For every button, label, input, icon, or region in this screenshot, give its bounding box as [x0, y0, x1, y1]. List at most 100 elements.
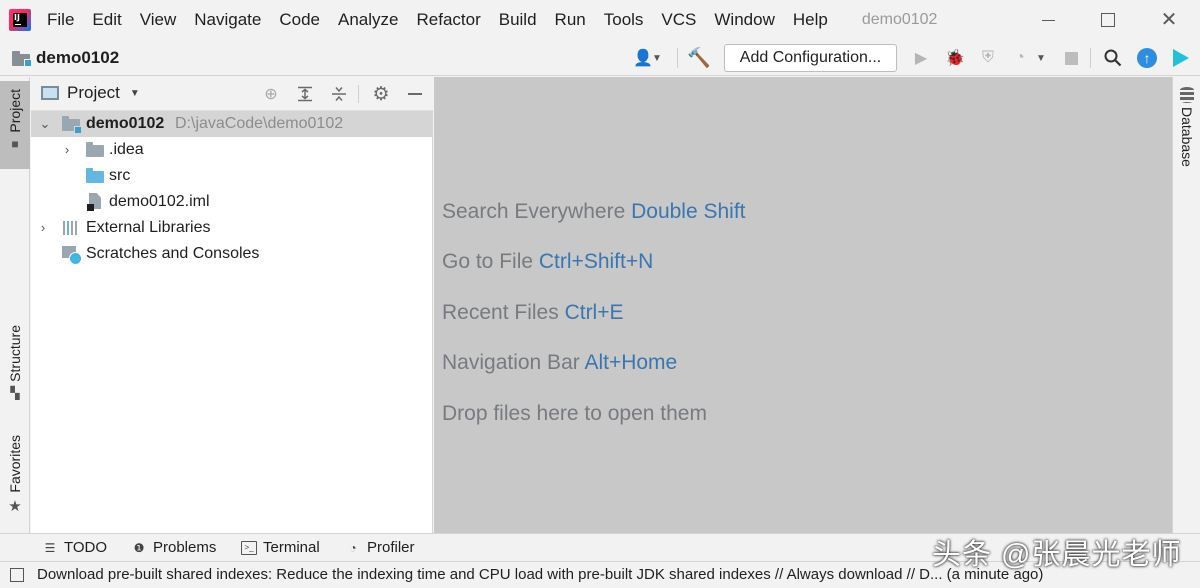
update-icon[interactable] [1136, 47, 1158, 69]
build-hammer-icon[interactable]: 🔨 [687, 47, 711, 69]
folder-icon [86, 142, 104, 158]
tree-node-scratches[interactable]: Scratches and Consoles [31, 241, 433, 267]
project-tree: ⌄ demo0102 D:\javaCode\demo0102 › .idea … [31, 111, 433, 267]
tool-tab-problems[interactable]: ❶ Problems [131, 539, 217, 556]
tool-tab-project[interactable]: Project ■ [0, 81, 30, 169]
hint-text: Recent Files [442, 301, 559, 324]
chevron-right-icon[interactable]: › [60, 137, 74, 163]
problems-info-icon: ❶ [133, 540, 145, 555]
project-panel-title: Project [67, 83, 120, 102]
coverage-icon[interactable]: ⛨ [977, 47, 999, 69]
hint-search-everywhere: Search Everywhere Double Shift [442, 200, 746, 224]
hide-panel-icon[interactable] [404, 83, 426, 105]
navigation-toolbar: demo0102 👤 ▼ 🔨 Add Configuration... ▶ 🐞 … [0, 40, 1200, 76]
tool-tab-project-label: Project [7, 89, 23, 133]
tree-node-root[interactable]: ⌄ demo0102 D:\javaCode\demo0102 [31, 111, 433, 137]
hint-text: Search Everywhere [442, 200, 626, 223]
project-tool-window: Project ▼ ⊕ ⚙ ⌄ demo0102 D:\javaCode\dem… [31, 77, 433, 533]
tool-tab-terminal[interactable]: >_ Terminal [241, 539, 320, 556]
profile-icon[interactable]: ◔ [1009, 47, 1031, 69]
hint-go-to-file: Go to File Ctrl+Shift+N [442, 250, 653, 274]
locate-icon[interactable]: ⊕ [260, 83, 282, 105]
menu-refactor[interactable]: Refactor [416, 10, 480, 30]
tree-node-external-libraries-label: External Libraries [86, 219, 211, 236]
collapse-all-icon[interactable] [328, 83, 350, 105]
menu-run[interactable]: Run [555, 10, 586, 30]
tool-tab-favorites-label: Favorites [7, 435, 23, 493]
watermark: 头条 @张晨光老师 [932, 539, 1182, 571]
libraries-icon [62, 220, 80, 236]
run-icon[interactable]: ▶ [910, 47, 932, 69]
chevron-down-icon[interactable]: ▼ [650, 47, 664, 69]
window-title: demo0102 [861, 11, 938, 28]
minimize-icon[interactable] [1036, 8, 1060, 32]
hint-recent-files: Recent Files Ctrl+E [442, 301, 624, 325]
menu-window[interactable]: Window [714, 10, 774, 30]
menu-analyze[interactable]: Analyze [338, 10, 398, 30]
tree-node-iml[interactable]: demo0102.iml [31, 189, 433, 215]
menu-vcs[interactable]: VCS [661, 10, 696, 30]
tool-tab-structure[interactable]: Structure ▚ [0, 325, 30, 400]
tree-node-idea[interactable]: › .idea [31, 137, 433, 163]
tree-node-src[interactable]: src [31, 163, 433, 189]
menu-help[interactable]: Help [793, 10, 828, 30]
chevron-down-icon[interactable]: ⌄ [38, 111, 52, 137]
add-configuration-button[interactable]: Add Configuration... [724, 44, 897, 72]
project-folder-icon [12, 50, 32, 67]
terminal-icon: >_ [241, 540, 257, 555]
hint-text: Go to File [442, 250, 534, 273]
breadcrumb-project[interactable]: demo0102 [36, 48, 119, 68]
menu-view[interactable]: View [140, 10, 177, 30]
project-panel-header: Project ▼ ⊕ ⚙ [31, 77, 433, 111]
gear-icon[interactable]: ⚙ [370, 83, 392, 105]
maximize-icon[interactable] [1096, 8, 1120, 32]
database-icon [1180, 87, 1194, 103]
star-icon: ★ [8, 497, 22, 515]
tree-node-root-label: demo0102 [86, 115, 165, 132]
project-view-selector[interactable]: Project ▼ [41, 83, 140, 103]
tool-tab-database[interactable]: Database [1173, 87, 1200, 167]
editor-empty-area[interactable]: Search Everywhere Double Shift Go to Fil… [434, 77, 1172, 533]
hint-shortcut: Ctrl+Shift+N [538, 250, 654, 273]
menu-code[interactable]: Code [279, 10, 320, 30]
hint-navigation-bar: Navigation Bar Alt+Home [442, 351, 677, 375]
tool-tab-profiler-label: Profiler [367, 539, 415, 556]
close-icon[interactable]: ✕ [1157, 8, 1181, 32]
module-folder-icon [62, 116, 82, 134]
chevron-down-icon[interactable]: ▼ [1034, 47, 1048, 69]
title-bar: IJ File Edit View Navigate Code Analyze … [0, 0, 1200, 40]
menu-build[interactable]: Build [499, 10, 537, 30]
profiler-icon: ◔ [349, 540, 357, 555]
debug-icon[interactable]: 🐞 [944, 47, 966, 69]
todo-list-icon: ☰ [44, 540, 56, 555]
chevron-right-icon[interactable]: › [36, 215, 50, 241]
tool-tab-profiler[interactable]: ◔ Profiler [345, 539, 415, 556]
tool-tab-problems-label: Problems [153, 539, 217, 556]
tool-tab-todo[interactable]: ☰ TODO [42, 539, 107, 556]
panel-header-divider [358, 85, 359, 103]
menu-file[interactable]: File [47, 10, 74, 30]
tool-tab-terminal-label: Terminal [263, 539, 320, 556]
stop-icon[interactable] [1060, 47, 1082, 69]
menu-edit[interactable]: Edit [92, 10, 121, 30]
tree-node-idea-label: .idea [109, 141, 144, 158]
tree-node-external-libraries[interactable]: › External Libraries [31, 215, 433, 241]
tool-tab-database-label: Database [1179, 107, 1195, 167]
menu-navigate[interactable]: Navigate [194, 10, 261, 30]
toolbar-divider [677, 48, 678, 68]
hint-shortcut: Ctrl+E [564, 301, 624, 324]
chevron-down-icon: ▼ [129, 87, 140, 99]
folder-icon: ■ [11, 136, 19, 151]
code-with-me-icon[interactable] [1170, 47, 1192, 69]
breadcrumb[interactable]: demo0102 [12, 48, 119, 68]
toggle-tool-windows-icon[interactable] [10, 568, 24, 582]
hint-text: Drop files here to open them [442, 402, 707, 425]
tree-node-root-path: D:\javaCode\demo0102 [175, 115, 344, 132]
project-window-icon [41, 86, 59, 100]
tree-node-src-label: src [109, 167, 131, 184]
tool-tab-todo-label: TODO [64, 539, 108, 556]
menu-tools[interactable]: Tools [604, 10, 644, 30]
expand-all-icon[interactable] [294, 83, 316, 105]
tool-tab-favorites[interactable]: Favorites ★ [0, 435, 30, 515]
search-icon[interactable] [1102, 47, 1124, 69]
